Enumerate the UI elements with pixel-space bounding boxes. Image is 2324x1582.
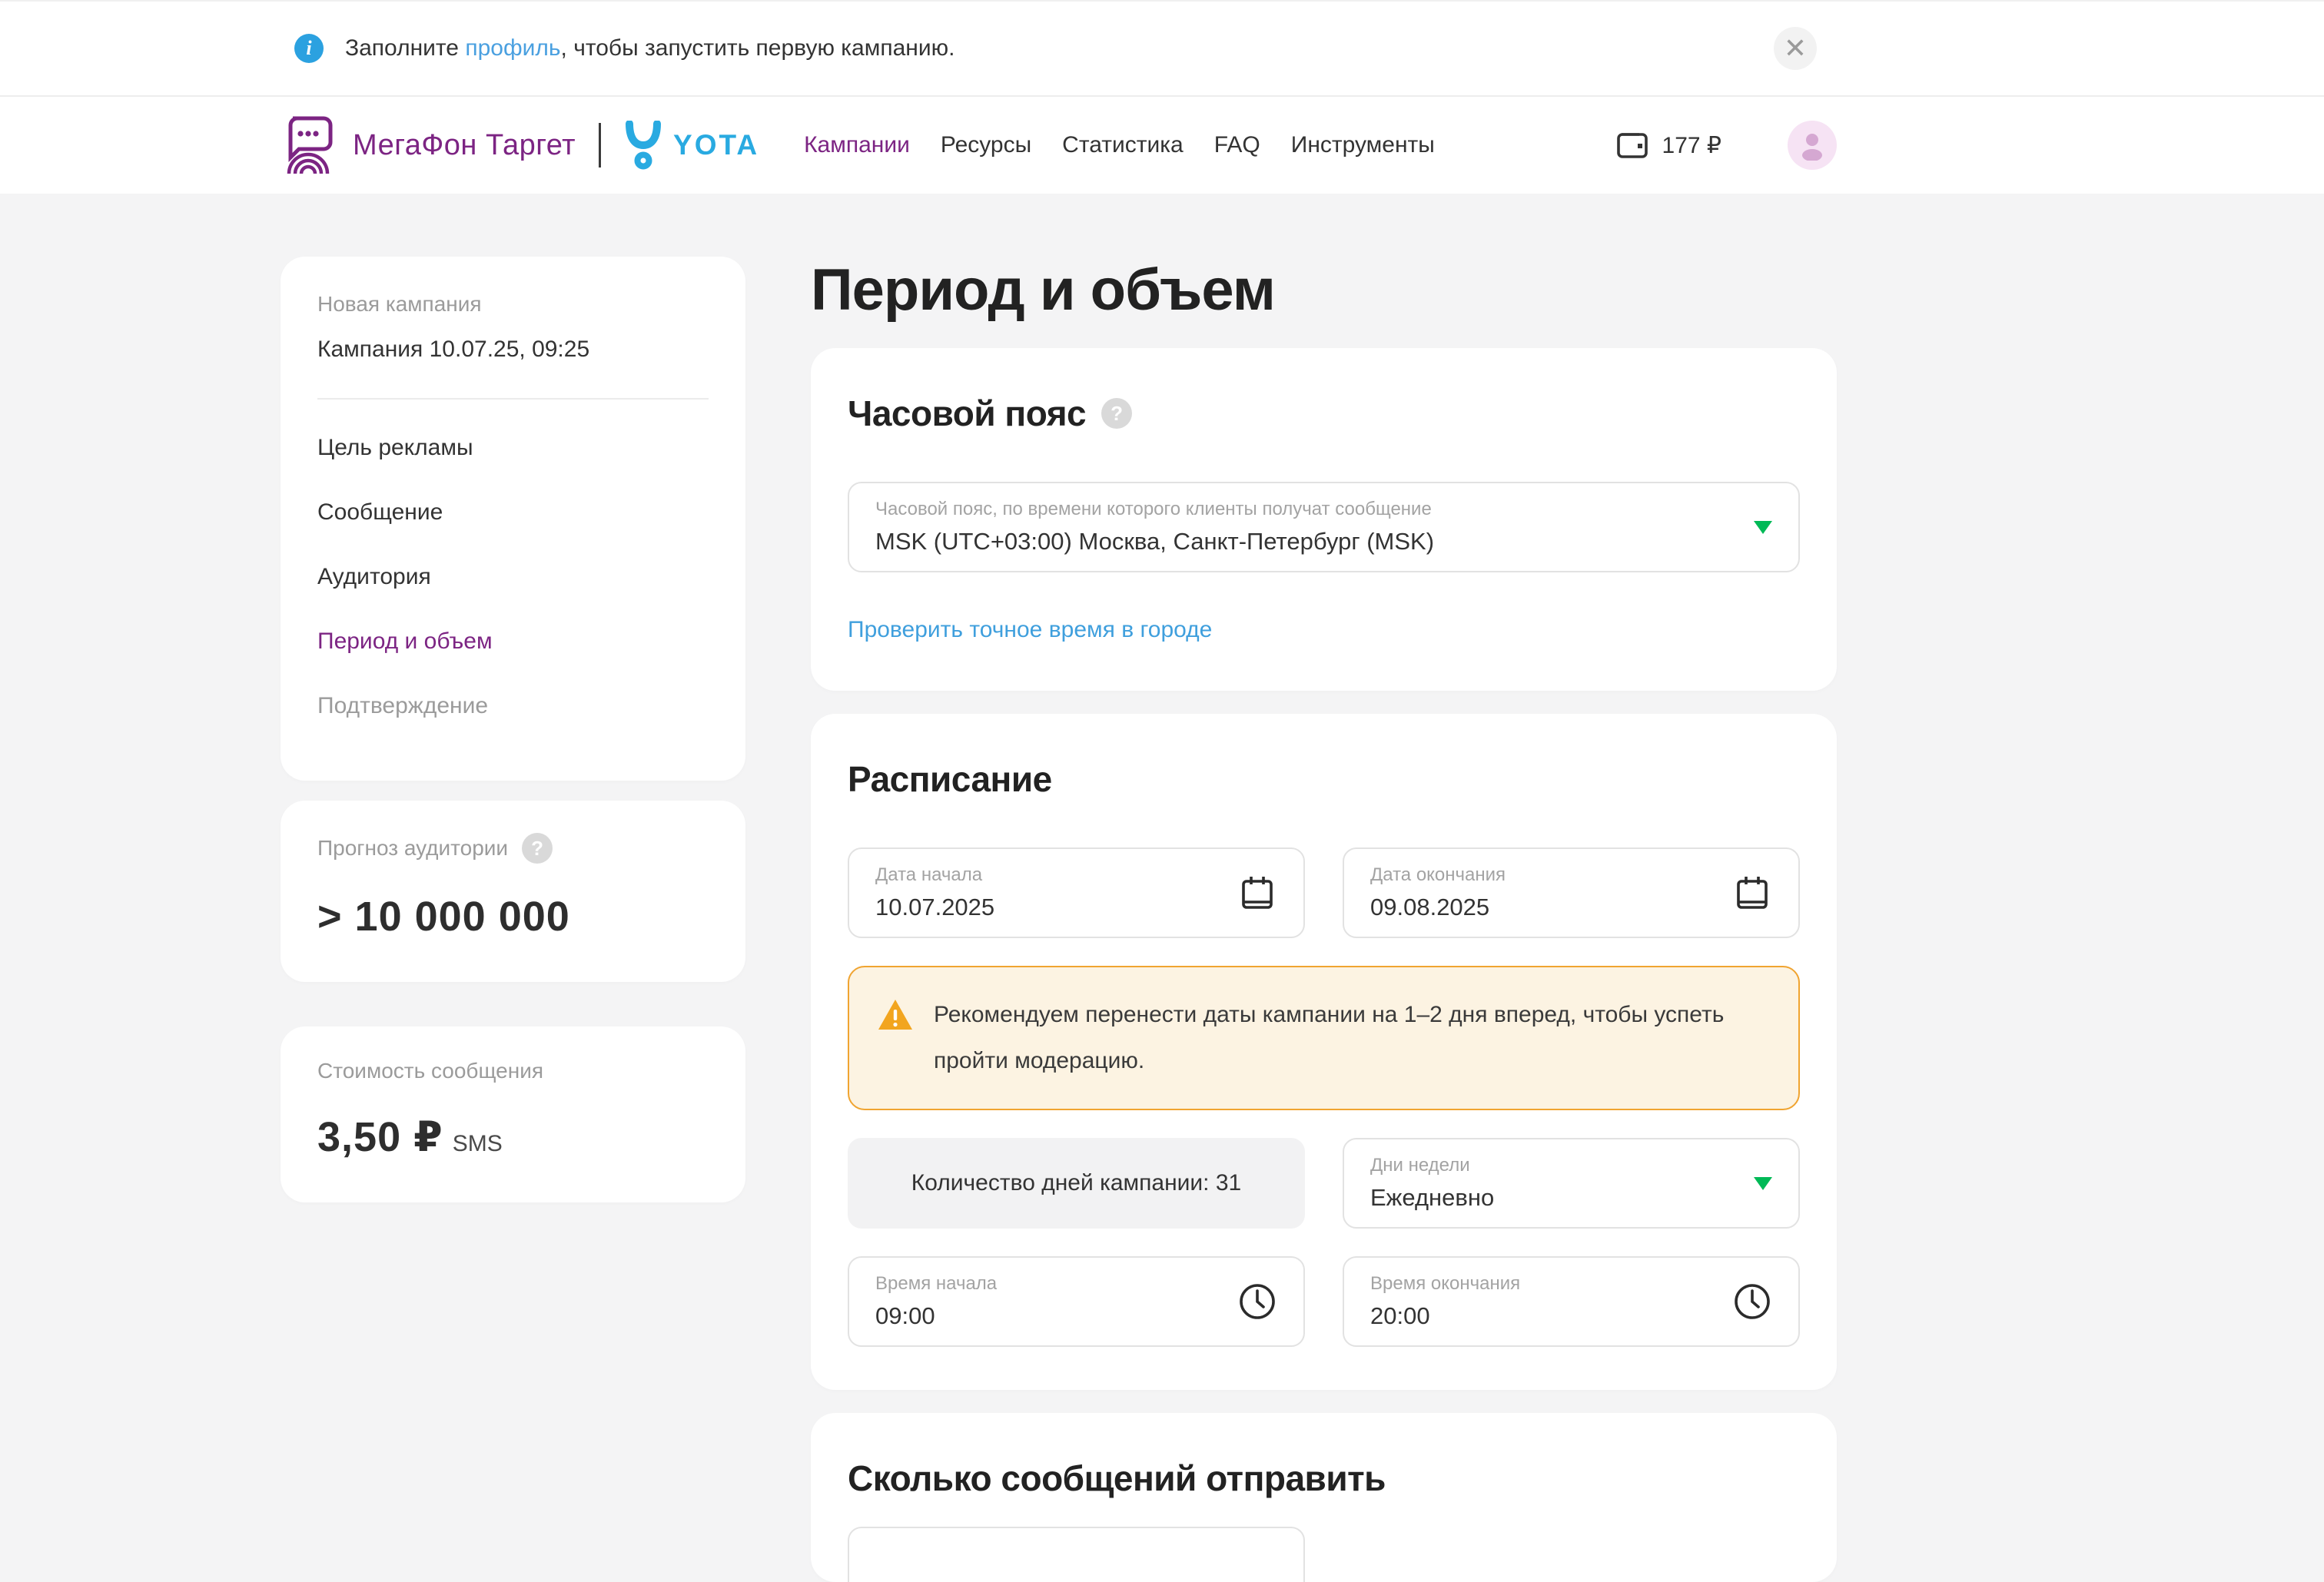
step-confirmation: Подтверждение xyxy=(317,693,709,719)
start-time-label: Время начала xyxy=(875,1273,1222,1295)
calendar-icon[interactable] xyxy=(1732,873,1772,913)
sidebar-divider xyxy=(317,398,709,400)
start-time-value: 09:00 xyxy=(875,1302,1222,1330)
forecast-value: > 10 000 000 xyxy=(317,893,709,940)
end-time-field[interactable]: Время окончания 20:00 xyxy=(1343,1256,1800,1347)
chevron-down-icon xyxy=(1754,521,1772,534)
megafon-target-logo[interactable]: МегаФон Таргет xyxy=(281,114,576,176)
end-date-field[interactable]: Дата окончания 09.08.2025 xyxy=(1343,847,1800,938)
schedule-heading: Расписание xyxy=(848,758,1800,800)
price-label: Стоимость сообщения xyxy=(317,1059,543,1083)
end-date-value: 09.08.2025 xyxy=(1370,894,1717,921)
close-icon: ✕ xyxy=(1784,35,1807,62)
steps-list: Цель рекламы Сообщение Аудитория Период … xyxy=(317,435,709,719)
wallet-icon[interactable] xyxy=(1615,128,1650,163)
end-time-label: Время окончания xyxy=(1370,1273,1717,1295)
step-period-volume[interactable]: Период и объем xyxy=(317,628,709,655)
page-title: Период и объем xyxy=(811,257,1837,323)
nav-faq[interactable]: FAQ xyxy=(1214,132,1260,158)
start-date-value: 10.07.2025 xyxy=(875,894,1222,921)
main-content: Период и объем Часовой пояс ? Часовой по… xyxy=(811,257,1837,1582)
banner-text-before: Заполните xyxy=(345,35,465,61)
message-price-card: Стоимость сообщения 3,50 ₽ SMS xyxy=(281,1026,745,1202)
step-goal[interactable]: Цель рекламы xyxy=(317,435,709,461)
forecast-label: Прогноз аудитории xyxy=(317,836,508,861)
main-nav: Кампании Ресурсы Статистика FAQ Инструме… xyxy=(804,132,1435,158)
avatar[interactable] xyxy=(1788,121,1837,170)
volume-heading: Сколько сообщений отправить xyxy=(848,1458,1800,1499)
nav-campaigns[interactable]: Кампании xyxy=(804,132,910,158)
nav-resources[interactable]: Ресурсы xyxy=(941,132,1031,158)
campaign-days-count: Количество дней кампании: 31 xyxy=(848,1138,1305,1229)
clock-icon[interactable] xyxy=(1732,1282,1772,1322)
timezone-card: Часовой пояс ? Часовой пояс, по времени … xyxy=(811,348,1837,691)
start-date-label: Дата начала xyxy=(875,864,1222,886)
end-time-value: 20:00 xyxy=(1370,1302,1717,1330)
user-icon xyxy=(1797,130,1828,161)
volume-input-field[interactable] xyxy=(848,1527,1305,1582)
warning-text: Рекомендуем перенести даты кампании на 1… xyxy=(934,992,1725,1084)
timezone-select-value: MSK (UTC+03:00) Москва, Санкт-Петербург … xyxy=(875,528,1735,556)
price-amount: 3,50 ₽ xyxy=(317,1114,443,1160)
price-value: 3,50 ₽ SMS xyxy=(317,1113,709,1161)
schedule-card: Расписание Дата начала 10.07.2025 Д xyxy=(811,714,1837,1390)
timezone-heading: Часовой пояс xyxy=(848,393,1086,434)
yota-logo-icon xyxy=(624,121,662,170)
message-volume-card: Сколько сообщений отправить xyxy=(811,1413,1837,1582)
banner-message: Заполните профиль, чтобы запустить перву… xyxy=(345,35,954,61)
campaign-sidebar: Новая кампания Кампания 10.07.25, 09:25 … xyxy=(281,257,745,1582)
info-icon: i xyxy=(294,34,324,63)
check-city-time-link[interactable]: Проверить точное время в городе xyxy=(848,617,1212,643)
clock-icon[interactable] xyxy=(1237,1282,1277,1322)
yota-name: YOTA xyxy=(673,129,759,161)
question-icon[interactable]: ? xyxy=(1101,398,1132,429)
balance-amount[interactable]: 177 ₽ xyxy=(1662,132,1721,159)
warning-icon xyxy=(877,998,914,1032)
timezone-select[interactable]: Часовой пояс, по времени которого клиент… xyxy=(848,482,1800,572)
price-unit: SMS xyxy=(453,1131,503,1156)
start-date-field[interactable]: Дата начала 10.07.2025 xyxy=(848,847,1305,938)
brand-name: МегаФон Таргет xyxy=(353,129,576,162)
question-icon[interactable]: ? xyxy=(522,833,553,864)
step-message[interactable]: Сообщение xyxy=(317,499,709,526)
notification-banner: i Заполните профиль, чтобы запустить пер… xyxy=(0,0,2324,97)
brand-divider xyxy=(599,123,601,167)
campaign-label: Новая кампания xyxy=(317,292,709,317)
weekdays-label: Дни недели xyxy=(1370,1155,1735,1176)
timezone-select-label: Часовой пояс, по времени которого клиент… xyxy=(875,499,1735,520)
moderation-warning: Рекомендуем перенести даты кампании на 1… xyxy=(848,966,1800,1110)
start-time-field[interactable]: Время начала 09:00 xyxy=(848,1256,1305,1347)
campaign-steps-card: Новая кампания Кампания 10.07.25, 09:25 … xyxy=(281,257,745,781)
weekdays-select[interactable]: Дни недели Ежедневно xyxy=(1343,1138,1800,1229)
banner-text-after: , чтобы запустить первую кампанию. xyxy=(561,35,955,61)
yota-logo[interactable]: YOTA xyxy=(624,121,759,170)
campaign-name: Кампания 10.07.25, 09:25 xyxy=(317,337,709,363)
chevron-down-icon xyxy=(1754,1177,1772,1190)
megafon-logo-icon xyxy=(281,114,336,176)
end-date-label: Дата окончания xyxy=(1370,864,1717,886)
profile-link[interactable]: профиль xyxy=(465,35,560,61)
nav-statistics[interactable]: Статистика xyxy=(1062,132,1184,158)
weekdays-value: Ежедневно xyxy=(1370,1184,1735,1212)
nav-tools[interactable]: Инструменты xyxy=(1291,132,1435,158)
site-header: МегаФон Таргет YOTA Кампании Ресурсы Ста… xyxy=(0,97,2324,194)
calendar-icon[interactable] xyxy=(1237,873,1277,913)
step-audience[interactable]: Аудитория xyxy=(317,564,709,590)
banner-close-button[interactable]: ✕ xyxy=(1774,27,1817,70)
audience-forecast-card: Прогноз аудитории ? > 10 000 000 xyxy=(281,801,745,982)
